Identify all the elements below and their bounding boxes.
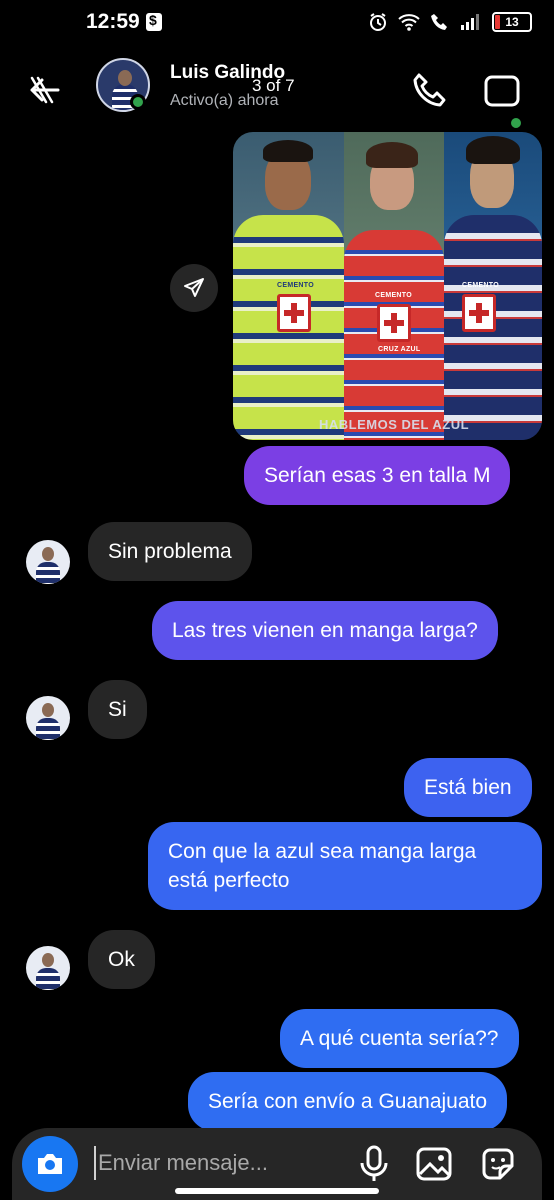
online-status-dot (130, 94, 146, 110)
jersey-sublabel: CRUZ AZUL (378, 346, 421, 353)
message-outgoing[interactable]: A qué cuenta sería?? (280, 1009, 519, 1068)
share-button[interactable] (170, 264, 218, 312)
jersey-label-3: CEMENTO (462, 282, 499, 289)
player-image-3: CEMENTO (444, 132, 542, 440)
message-line: está perfecto (168, 869, 290, 892)
message-line: Con que la azul sea manga larga (168, 840, 477, 863)
camera-button[interactable] (22, 1136, 78, 1192)
microphone-icon[interactable] (356, 1144, 392, 1184)
page-counter: 3 of 7 (252, 76, 295, 95)
status-time: 12:59 (86, 10, 140, 33)
status-icons: 13 (368, 12, 532, 32)
home-indicator[interactable] (175, 1188, 379, 1194)
player-image-1: CEMENTO (233, 132, 344, 440)
message-incoming[interactable]: Si (88, 680, 147, 739)
contact-avatar-small[interactable] (26, 540, 70, 584)
message-outgoing[interactable]: Con que la azul sea manga larga está per… (148, 822, 542, 910)
status-bar: 12:59 13 (0, 0, 554, 48)
message-incoming[interactable]: Ok (88, 930, 155, 989)
phone-icon[interactable] (410, 70, 450, 110)
message-outgoing[interactable]: Sería con envío a Guanajuato (188, 1072, 508, 1131)
battery-level (495, 15, 500, 29)
video-call-icon[interactable] (480, 68, 524, 112)
shared-photo[interactable]: CEMENTO CEMENTO CRUZ AZUL CEMENTO HABLEM… (233, 132, 542, 440)
message-incoming[interactable]: Sin problema (88, 522, 252, 581)
back-arrow-icon[interactable] (24, 70, 64, 110)
battery-icon: 13 (492, 12, 532, 32)
sticker-icon[interactable] (478, 1144, 518, 1184)
gallery-icon[interactable] (414, 1144, 454, 1184)
player-image-2: CEMENTO CRUZ AZUL (344, 132, 444, 440)
chat-header: Luis Galindo Activo(a) ahora 3 of 7 (0, 48, 554, 130)
message-outgoing[interactable]: Las tres vienen en manga larga? (152, 601, 498, 660)
wifi-call-icon (431, 14, 447, 30)
image-watermark: HABLEMOS DEL AZUL (319, 417, 470, 432)
signal-icon (461, 14, 479, 30)
message-input[interactable] (94, 1146, 344, 1180)
jersey-label-2: CEMENTO (375, 292, 412, 299)
alarm-icon (370, 13, 386, 31)
jersey-label: CEMENTO (277, 282, 314, 289)
video-status-dot (509, 116, 523, 130)
contact-avatar-small[interactable] (26, 946, 70, 990)
shop-notification-icon (146, 12, 162, 31)
battery-percent: 13 (505, 15, 519, 29)
message-outgoing[interactable]: Serían esas 3 en talla M (244, 446, 511, 505)
contact-avatar-small[interactable] (26, 696, 70, 740)
wifi-icon (398, 14, 420, 31)
camera-icon (38, 1154, 62, 1174)
message-outgoing[interactable]: Está bien (404, 758, 532, 817)
send-icon (184, 278, 204, 297)
